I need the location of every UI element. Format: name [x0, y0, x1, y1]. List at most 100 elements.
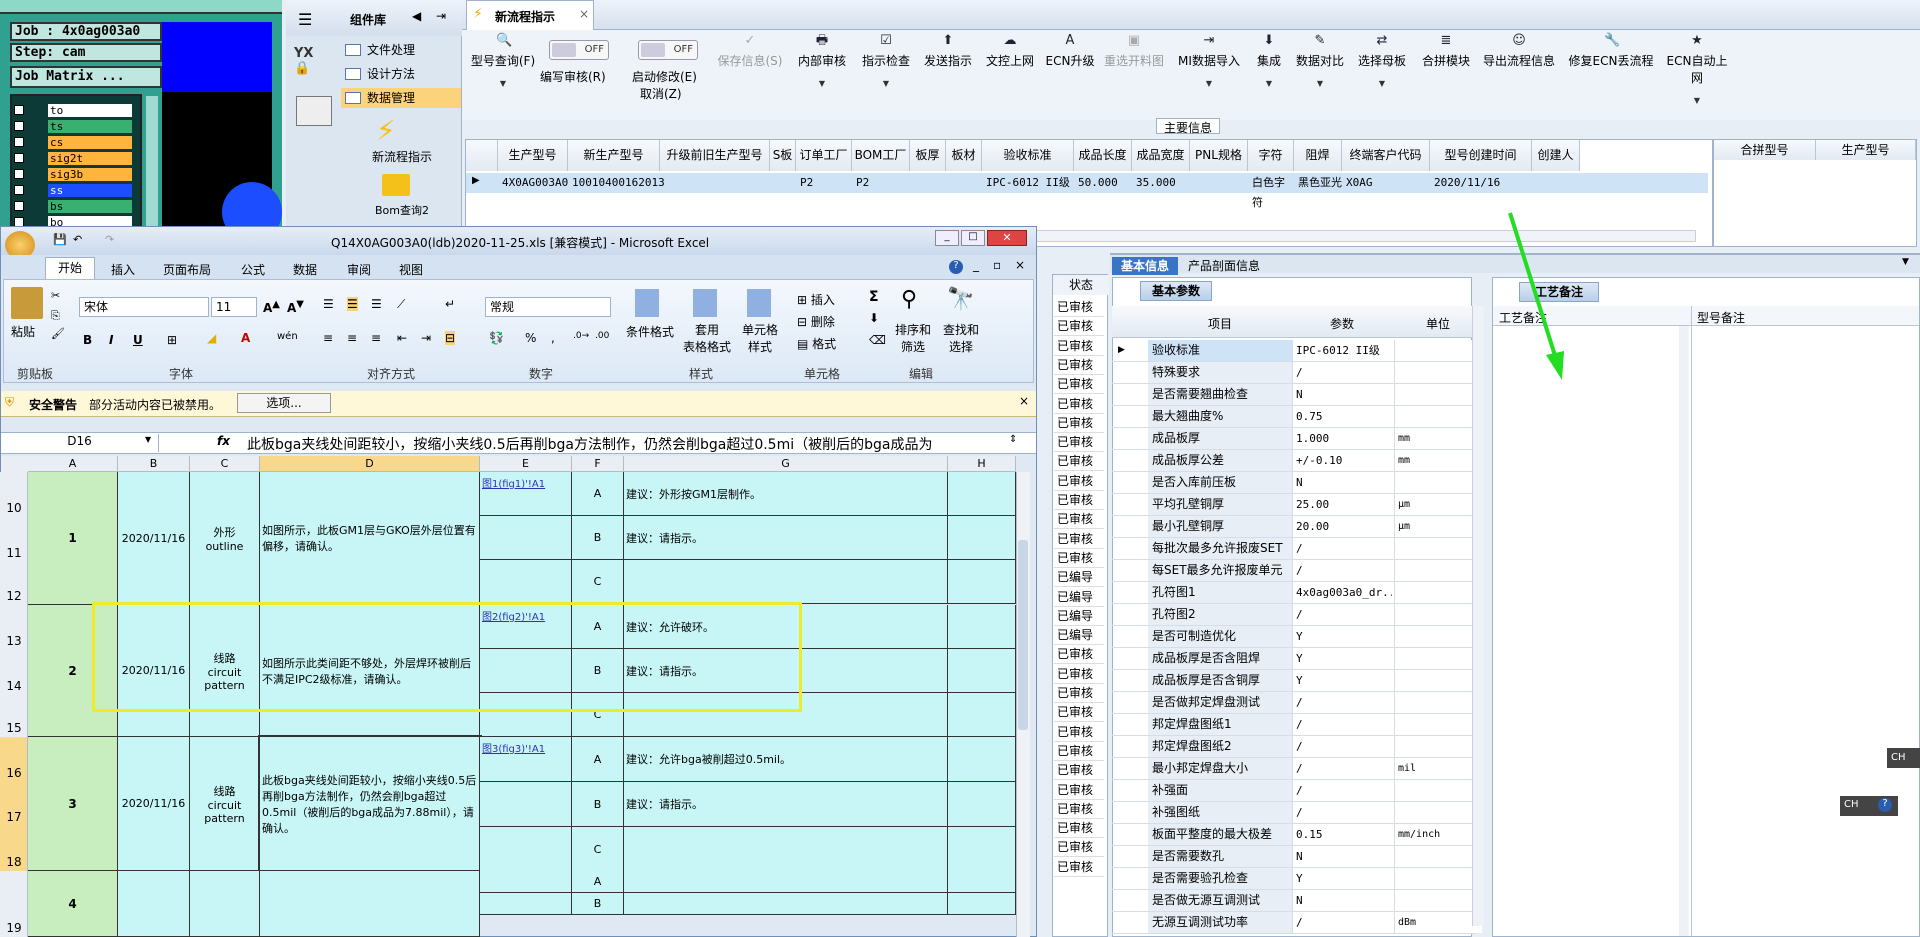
status-cell[interactable]: 已审核: [1054, 799, 1104, 819]
status-cell[interactable]: 已审核: [1054, 819, 1104, 839]
param-value[interactable]: /: [1292, 604, 1392, 625]
comp-item-design[interactable]: 设计方法: [341, 64, 461, 84]
sum-icon[interactable]: Σ: [869, 289, 879, 305]
layer-row[interactable]: sig3b: [14, 168, 134, 181]
cell-option[interactable]: B: [572, 516, 624, 560]
layer-row[interactable]: ss: [14, 184, 134, 197]
status-cell[interactable]: 已审核: [1054, 471, 1104, 491]
column-header[interactable]: F: [572, 456, 624, 472]
param-row[interactable]: 板面平整度的最大极差 0.15 mm/inch: [1112, 824, 1482, 846]
param-row[interactable]: 最小邦定焊盘大小 / mil: [1112, 758, 1482, 780]
layer-scrollbar[interactable]: [146, 96, 158, 240]
row-header[interactable]: 12: [0, 562, 28, 605]
comp-item-file[interactable]: 文件处理: [341, 40, 461, 60]
align-middle-icon[interactable]: ☰: [347, 297, 358, 311]
status-cell[interactable]: 已审核: [1054, 684, 1104, 703]
param-row[interactable]: 最小孔壁铜厚 20.00 μm: [1112, 516, 1482, 538]
grid-col-header[interactable]: 成品长度: [1074, 140, 1132, 171]
doc-online-button[interactable]: ☁ 文控上网: [982, 34, 1038, 94]
status-cell[interactable]: 已审核: [1054, 857, 1104, 877]
layer-checkbox[interactable]: [14, 121, 24, 131]
layer-checkbox[interactable]: [14, 137, 24, 147]
param-value[interactable]: 20.00: [1292, 516, 1392, 537]
cell-link[interactable]: [480, 516, 572, 560]
cell-suggestion[interactable]: 建议：允许bga被削超过0.5mil。: [624, 737, 948, 782]
param-row[interactable]: 孔符图1 4x0ag003a0_dr...: [1112, 582, 1482, 604]
grid-col-header[interactable]: 新生产型号: [568, 140, 660, 171]
tab-basic-params[interactable]: 基本参数: [1140, 281, 1212, 301]
ribbon-tab-view[interactable]: 视图: [399, 261, 423, 278]
fill-color-icon[interactable]: ◢: [207, 331, 216, 345]
model-query-button[interactable]: 🔍 型号查询(F) ▼: [468, 34, 538, 94]
param-row[interactable]: 是否需要验孔检查 Y: [1112, 868, 1482, 890]
layer-checkbox[interactable]: [14, 185, 24, 195]
sort-filter-icon[interactable]: ⚲: [901, 287, 917, 312]
grid-cell[interactable]: [1190, 173, 1248, 193]
pin-icon[interactable]: ⇥: [436, 9, 446, 23]
sort-filter-button[interactable]: 排序和 筛选: [889, 321, 937, 355]
cell-no[interactable]: 3: [28, 737, 118, 871]
grid-col-header[interactable]: 成品宽度: [1132, 140, 1190, 171]
ribbon-tab-layout[interactable]: 页面布局: [163, 261, 211, 278]
cell-link[interactable]: [480, 560, 572, 604]
param-value[interactable]: Y: [1292, 670, 1392, 691]
find-select-icon[interactable]: 🔭: [947, 287, 974, 312]
column-header[interactable]: E: [480, 456, 572, 472]
cell-suggestion[interactable]: [624, 893, 948, 915]
param-value[interactable]: /: [1292, 362, 1392, 383]
param-row[interactable]: 孔符图2 /: [1112, 604, 1482, 626]
cell-cat[interactable]: 外形 outline: [190, 472, 260, 605]
number-format-select[interactable]: 常规: [485, 297, 611, 317]
sheet-scroll-thumb[interactable]: [1018, 540, 1028, 730]
param-row[interactable]: 平均孔壁铜厚 25.00 μm: [1112, 494, 1482, 516]
ecn-auto-online-button[interactable]: ★ ECN自动上网 ▼: [1662, 34, 1732, 106]
border-icon[interactable]: ⊞: [167, 333, 177, 347]
align-right-icon[interactable]: ≡: [371, 331, 381, 345]
folder-icon[interactable]: [382, 174, 410, 196]
phonetic-icon[interactable]: wén: [277, 331, 298, 342]
param-value[interactable]: /: [1292, 736, 1392, 757]
tab-basic-info[interactable]: 基本信息: [1112, 257, 1178, 275]
comp-item-data[interactable]: 数据管理: [341, 88, 461, 108]
fx-icon[interactable]: fx: [217, 434, 230, 448]
cell-link[interactable]: [480, 827, 572, 872]
help-icon[interactable]: ?: [949, 260, 963, 274]
cell-desc[interactable]: [260, 871, 480, 937]
yx-tool-icon[interactable]: YX 🔒: [294, 46, 334, 86]
param-value[interactable]: /: [1292, 714, 1392, 735]
delete-cells-button[interactable]: ⊟ 删除: [797, 313, 835, 330]
param-row[interactable]: 每SET最多允许报废单元 /: [1112, 560, 1482, 582]
grid-col-header[interactable]: PNL规格: [1190, 140, 1248, 171]
orientation-icon[interactable]: ⟋: [397, 297, 405, 312]
status-cell[interactable]: 已编导: [1054, 606, 1104, 626]
column-header[interactable]: G: [624, 456, 948, 472]
italic-icon[interactable]: I: [109, 333, 113, 347]
param-value[interactable]: IPC-6012 II级: [1292, 340, 1392, 361]
cell-suggestion[interactable]: 建议：请指示。: [624, 516, 948, 560]
param-value[interactable]: 0.15: [1292, 824, 1392, 845]
status-cell[interactable]: 已审核: [1054, 510, 1104, 530]
cell-option[interactable]: C: [572, 560, 624, 604]
menu-icon[interactable]: ☰: [298, 10, 312, 29]
grid-col-header[interactable]: 阻焊: [1294, 140, 1342, 171]
column-header[interactable]: A: [28, 456, 118, 472]
param-row[interactable]: 邦定焊盘图纸1 /: [1112, 714, 1482, 736]
align-left-icon[interactable]: ≡: [323, 331, 333, 345]
param-value[interactable]: /: [1292, 802, 1392, 823]
collapse-left-icon[interactable]: ◀: [412, 9, 421, 23]
grid-cell[interactable]: [770, 173, 796, 193]
status-cell[interactable]: 已审核: [1054, 375, 1104, 395]
ribbon-tab-review[interactable]: 审阅: [347, 261, 371, 278]
cell-cat[interactable]: [190, 871, 260, 937]
find-select-button[interactable]: 查找和 选择: [935, 321, 987, 355]
clear-icon[interactable]: ⌫: [869, 333, 886, 347]
cell-desc[interactable]: 此板bga夹线处间距较小，按缩小夹线0.5后再削bga方法制作，仍然会削bga超…: [258, 735, 482, 873]
grid-cell[interactable]: 黑色亚光: [1294, 173, 1342, 193]
redo-icon[interactable]: ↷: [105, 233, 114, 246]
column-header[interactable]: H: [948, 456, 1016, 472]
status-cell[interactable]: 已审核: [1054, 529, 1104, 549]
cell-no[interactable]: 1: [28, 472, 118, 605]
remark-scrollbar[interactable]: [1679, 326, 1689, 936]
ribbon-min-icon[interactable]: _: [973, 258, 979, 272]
param-value[interactable]: 1.000: [1292, 428, 1392, 449]
